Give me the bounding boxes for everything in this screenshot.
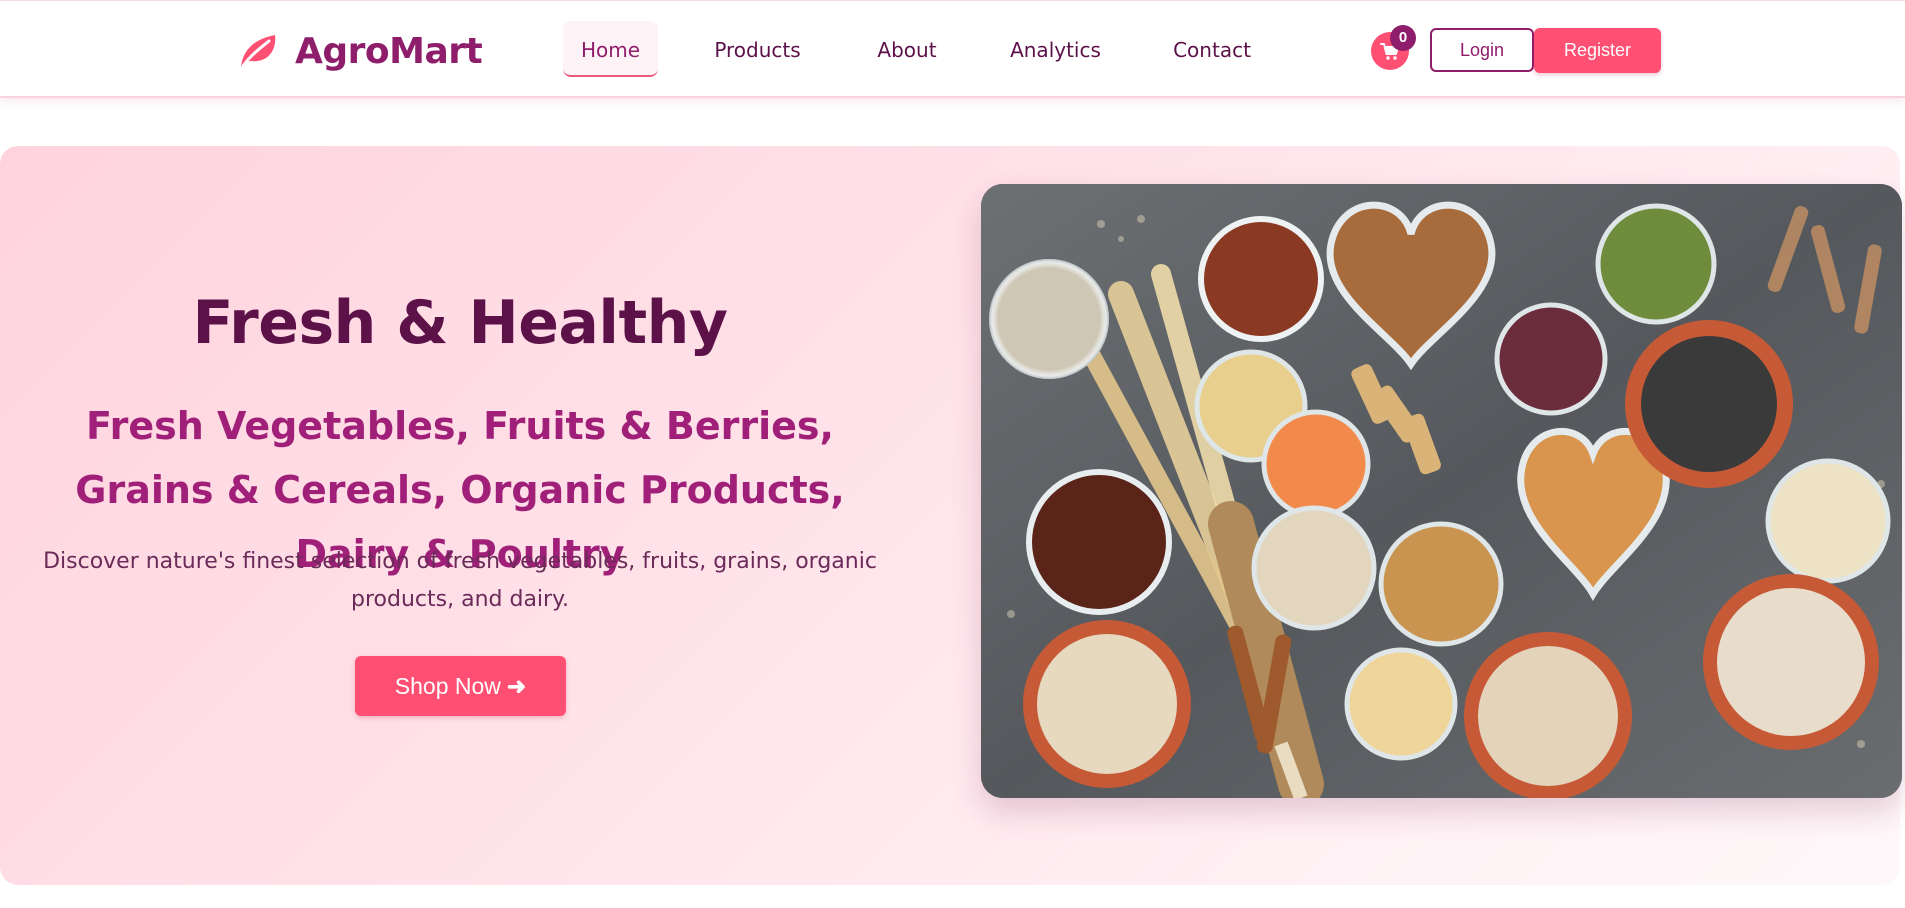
navbar: AgroMart Home Products About Analytics C… [0, 0, 1905, 98]
register-button[interactable]: Register [1534, 28, 1661, 73]
nav-home[interactable]: Home [563, 21, 658, 77]
shop-now-label: Shop Now [394, 673, 501, 699]
brand-logo[interactable]: AgroMart [237, 30, 483, 72]
arrow-right-icon: ➜ [506, 673, 527, 699]
hero-section: Fresh & Healthy Fresh Vegetables, Fruits… [0, 146, 1902, 885]
hero-title: Fresh & Healthy [192, 288, 728, 358]
nav-products[interactable]: Products [700, 21, 815, 77]
nav-analytics[interactable]: Analytics [998, 21, 1113, 77]
cart-count-badge: 0 [1390, 25, 1416, 51]
nav-contact[interactable]: Contact [1162, 21, 1262, 77]
login-button[interactable]: Login [1430, 28, 1534, 72]
nav-about[interactable]: About [862, 21, 952, 77]
brand-name: AgroMart [295, 30, 483, 72]
hero-description: Discover nature's finest selection of fr… [43, 549, 877, 612]
grains-bowls-illustration [981, 184, 1902, 798]
leaf-icon [241, 35, 276, 68]
hero-image [981, 184, 1902, 798]
shop-now-button[interactable]: Shop Now ➜ [355, 656, 566, 716]
